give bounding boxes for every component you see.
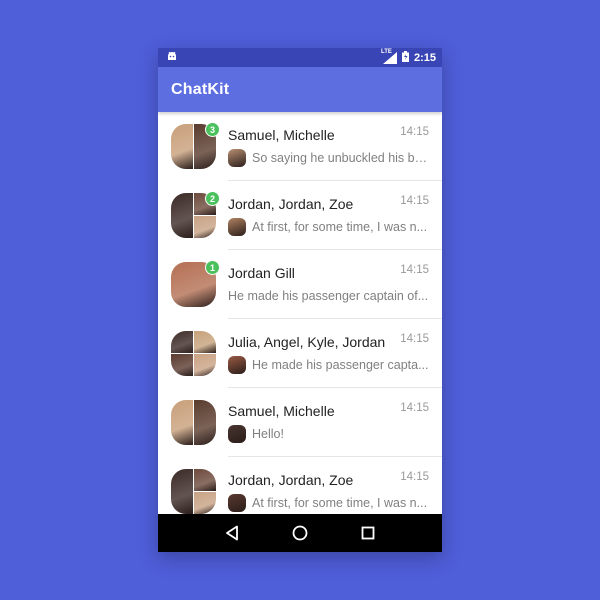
last-message: At first, for some time, I was n...: [228, 218, 429, 236]
dialog-name: Samuel, Michelle: [228, 127, 335, 143]
dialog-name: Jordan, Jordan, Zoe: [228, 196, 354, 212]
dialog-row[interactable]: 1 Jordan Gill 14:15 He made his passenger c…: [158, 250, 442, 319]
avatar-photo: [194, 354, 216, 376]
last-message-text: Hello!: [252, 427, 284, 441]
last-message-text: At first, for some time, I was n...: [252, 220, 428, 234]
dialog-time: 14:15: [400, 264, 429, 276]
avatar-photo: [194, 400, 216, 445]
avatar-photo: [194, 492, 216, 514]
dialog-avatar: [171, 331, 216, 376]
avatar-photo: [171, 354, 193, 376]
dialog-time: 14:15: [400, 126, 429, 138]
avatar-photo: [171, 469, 193, 514]
navigation-bar: [158, 514, 442, 552]
dialog-avatar: [171, 400, 216, 445]
sender-avatar: [228, 149, 246, 167]
avatar-photo: [194, 331, 216, 353]
avatar-photo: [194, 469, 216, 491]
dialog-time: 14:15: [400, 402, 429, 414]
last-message-text: He made his passenger captain of...: [228, 289, 429, 303]
unread-badge: 3: [205, 122, 220, 137]
dialogs-list[interactable]: 3 Samuel, Michelle 14:15 So saying he unbuc…: [158, 112, 442, 514]
last-message: So saying he unbuckled his ba...: [228, 149, 429, 167]
app-bar: ChatKit: [158, 67, 442, 112]
dialog-row[interactable]: Jordan, Jordan, Zoe 14:15 At first, for so…: [158, 457, 442, 514]
android-icon: [167, 51, 177, 64]
unread-badge: 2: [205, 191, 220, 206]
sender-avatar: [228, 356, 246, 374]
dialog-name: Julia, Angel, Kyle, Jordan: [228, 334, 386, 350]
sender-avatar: [228, 494, 246, 512]
phone-screen: LTE 2:15 ChatKit 3 Samuel, Michelle 14:15 S…: [158, 48, 442, 552]
last-message-text: So saying he unbuckled his ba...: [252, 151, 429, 165]
dialog-name: Jordan, Jordan, Zoe: [228, 472, 354, 488]
last-message: He made his passenger captain of...: [228, 287, 429, 305]
last-message: Hello!: [228, 425, 429, 443]
avatar-photo: [194, 216, 216, 238]
sender-avatar: [228, 218, 246, 236]
network-label: LTE: [380, 48, 392, 55]
dialog-name: Jordan Gill: [228, 265, 295, 281]
dialog-name: Samuel, Michelle: [228, 403, 335, 419]
avatar-photo: [171, 331, 193, 353]
sender-avatar: [228, 425, 246, 443]
status-bar: LTE 2:15: [158, 48, 442, 67]
avatar-photo: [171, 400, 193, 445]
dialog-row[interactable]: Samuel, Michelle 14:15 Hello!: [158, 388, 442, 457]
dialog-avatar: [171, 469, 216, 514]
clock: 2:15: [413, 51, 436, 64]
avatar-photo: [171, 124, 193, 169]
dialog-time: 14:15: [400, 195, 429, 207]
last-message: At first, for some time, I was n...: [228, 494, 429, 512]
last-message-text: At first, for some time, I was n...: [252, 496, 428, 510]
battery-icon: [401, 50, 409, 65]
recents-icon[interactable]: [353, 518, 383, 548]
dialog-row[interactable]: Julia, Angel, Kyle, Jordan 14:15 He made h…: [158, 319, 442, 388]
last-message-text: He made his passenger capta...: [252, 358, 429, 372]
back-icon[interactable]: [217, 518, 247, 548]
home-icon[interactable]: [285, 518, 315, 548]
last-message: He made his passenger capta...: [228, 356, 429, 374]
signal-icon: LTE: [380, 48, 397, 64]
avatar-photo: [171, 193, 193, 238]
dialog-row[interactable]: 2 Jordan, Jordan, Zoe 14:15 At first, for s…: [158, 181, 442, 250]
dialog-time: 14:15: [400, 333, 429, 345]
app-title: ChatKit: [171, 80, 230, 98]
dialog-time: 14:15: [400, 471, 429, 483]
dialog-row[interactable]: 3 Samuel, Michelle 14:15 So saying he unbuc…: [158, 112, 442, 181]
unread-badge: 1: [205, 260, 220, 275]
